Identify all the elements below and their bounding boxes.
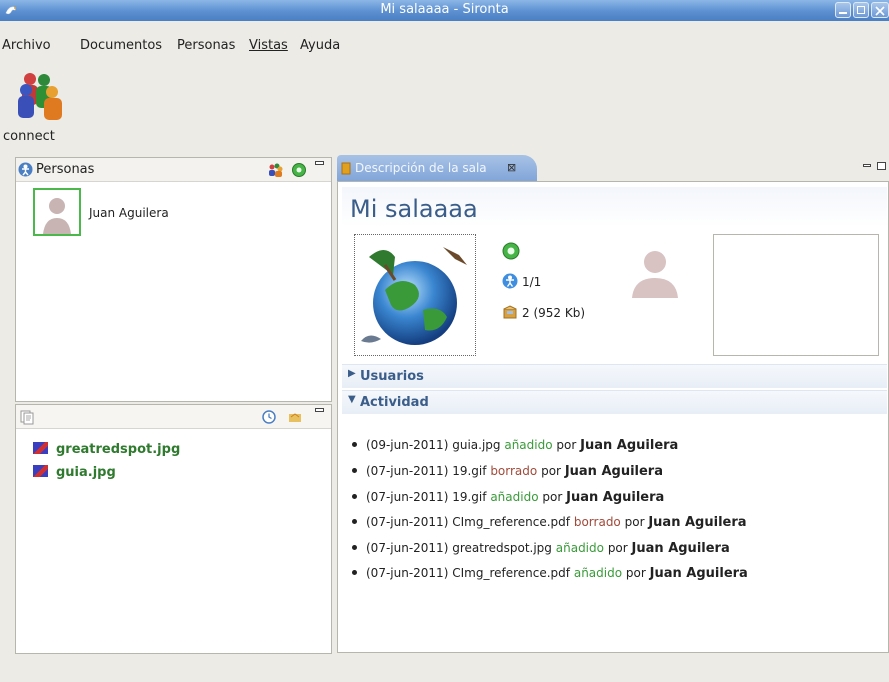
- users-icon: [502, 273, 518, 289]
- title-bar: Mi salaaaa - Sironta: [0, 0, 889, 21]
- bullet-icon: [352, 545, 357, 550]
- users-count-row: 1/1: [502, 273, 541, 289]
- minimize-icon: [839, 12, 847, 14]
- people-panel: Personas Juan Aguilera: [15, 157, 332, 402]
- files-summary-row: 2 (952 Kb): [502, 304, 585, 320]
- minimize-editor-button[interactable]: [863, 164, 871, 167]
- menu-archivo[interactable]: Archivo: [2, 38, 51, 53]
- toolbar: connect: [0, 59, 889, 151]
- activity-user: Juan Aguilera: [580, 438, 679, 453]
- documents-icon: [20, 410, 34, 425]
- user-avatar[interactable]: [628, 244, 682, 298]
- maximize-button[interactable]: [853, 2, 869, 18]
- room-editor: Mi salaaaa 1/1 2 (952 Kb) ▶ Usuarios ▼ A…: [337, 181, 889, 653]
- bullet-icon: [352, 468, 357, 473]
- close-tab-icon[interactable]: ⊠: [507, 161, 516, 174]
- activity-item: (07-jun-2011) CImg_reference.pdf añadido…: [352, 566, 748, 581]
- file-list-item[interactable]: guia.jpg: [33, 465, 116, 480]
- avatar[interactable]: [33, 188, 81, 236]
- menu-documentos[interactable]: Documentos: [80, 38, 162, 53]
- close-icon: [875, 6, 885, 16]
- activity-item: (07-jun-2011) greatredspot.jpg añadido p…: [352, 541, 730, 556]
- green-status-icon[interactable]: [292, 163, 306, 177]
- activity-item: (07-jun-2011) 19.gif borrado por Juan Ag…: [352, 464, 663, 479]
- close-window-button[interactable]: [871, 2, 889, 18]
- editor-tab-bar: Descripción de la sala ⊠: [337, 155, 889, 183]
- connect-button[interactable]: connect: [0, 67, 70, 145]
- tab-label: Descripción de la sala: [355, 161, 487, 175]
- people-connect-icon: [18, 73, 62, 120]
- files-panel-header: [16, 405, 331, 429]
- person-icon: [18, 162, 33, 177]
- menu-personas[interactable]: Personas: [177, 38, 235, 53]
- file-share-icon[interactable]: [288, 411, 302, 423]
- box-icon: [503, 305, 517, 319]
- minimize-panel-button[interactable]: [315, 408, 324, 412]
- people-group-icon[interactable]: [268, 163, 284, 177]
- section-activity[interactable]: ▼ Actividad: [342, 390, 887, 414]
- book-icon: [341, 162, 351, 175]
- tab-room-description[interactable]: Descripción de la sala ⊠: [337, 155, 537, 183]
- image-file-icon: [33, 442, 48, 454]
- activity-user: Juan Aguilera: [649, 566, 748, 581]
- files-panel: greatredspot.jpg guia.jpg: [15, 404, 332, 654]
- section-users[interactable]: ▶ Usuarios: [342, 364, 887, 388]
- collapse-arrow-icon: ▼: [348, 394, 356, 405]
- globe-icon: [361, 247, 467, 345]
- person-name[interactable]: Juan Aguilera: [89, 206, 169, 220]
- users-count: 1/1: [522, 275, 542, 289]
- files-summary: 2 (952 Kb): [522, 306, 586, 320]
- green-status-icon: [502, 242, 520, 260]
- people-panel-header: Personas: [16, 158, 331, 182]
- activity-user: Juan Aguilera: [648, 515, 747, 530]
- bullet-icon: [352, 519, 357, 524]
- connect-label: connect: [3, 129, 55, 144]
- activity-user: Juan Aguilera: [566, 490, 665, 505]
- image-file-icon: [33, 465, 48, 477]
- menu-bar: Archivo Documentos Personas Vistas Ayuda: [0, 21, 889, 59]
- bullet-icon: [352, 442, 357, 447]
- expand-arrow-icon: ▶: [348, 368, 356, 379]
- activity-item: (09-jun-2011) guia.jpg añadido por Juan …: [352, 438, 678, 453]
- people-panel-title: Personas: [36, 162, 95, 177]
- maximize-editor-button[interactable]: [877, 162, 886, 170]
- section-users-label: Usuarios: [360, 369, 424, 384]
- window-title: Mi salaaaa - Sironta: [380, 2, 509, 17]
- room-title: Mi salaaaa: [350, 195, 478, 223]
- activity-item: (07-jun-2011) CImg_reference.pdf borrado…: [352, 515, 747, 530]
- preview-box: [713, 234, 879, 356]
- file-name: guia.jpg: [56, 465, 116, 480]
- file-list-item[interactable]: greatredspot.jpg: [33, 442, 180, 457]
- file-name: greatredspot.jpg: [56, 442, 181, 457]
- section-activity-label: Actividad: [360, 395, 429, 410]
- activity-user: Juan Aguilera: [631, 541, 730, 556]
- clock-icon[interactable]: [262, 410, 276, 424]
- menu-ayuda[interactable]: Ayuda: [300, 38, 340, 53]
- activity-user: Juan Aguilera: [564, 464, 663, 479]
- room-image[interactable]: [354, 234, 476, 356]
- person-silhouette-icon: [632, 251, 678, 298]
- activity-item: (07-jun-2011) 19.gif añadido por Juan Ag…: [352, 490, 664, 505]
- room-header: Mi salaaaa: [342, 187, 887, 227]
- bullet-icon: [352, 570, 357, 575]
- menu-vistas[interactable]: Vistas: [249, 38, 288, 53]
- person-silhouette-icon: [43, 198, 71, 234]
- bullet-icon: [352, 494, 357, 499]
- minimize-panel-button[interactable]: [315, 161, 324, 165]
- minimize-button[interactable]: [835, 2, 851, 18]
- maximize-icon: [857, 6, 865, 14]
